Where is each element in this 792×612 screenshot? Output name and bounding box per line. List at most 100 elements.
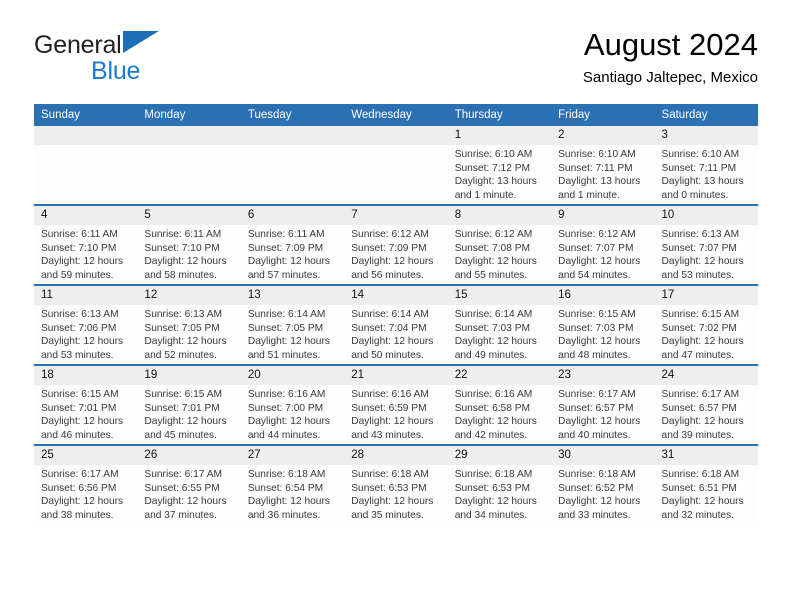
daylight-text: Daylight: 12 hours and 47 minutes. (661, 336, 744, 361)
day-details: Sunrise: 6:13 AM Sunset: 7:06 PM Daylight:… (34, 305, 137, 362)
calendar-day-cell[interactable]: 12 Sunrise: 6:13 AM Sunset: 7:05 PM Dayligh… (137, 284, 241, 365)
sunrise-text: Sunrise: 6:15 AM (144, 389, 223, 400)
calendar-day-cell[interactable]: 15 Sunrise: 6:14 AM Sunset: 7:03 PM Dayligh… (447, 284, 552, 365)
calendar-day-cell[interactable]: 1 Sunrise: 6:10 AM Sunset: 7:12 PM Daylight… (447, 126, 552, 205)
sunrise-text: Sunrise: 6:14 AM (454, 309, 533, 320)
sunset-text: Sunset: 7:09 PM (247, 242, 324, 254)
calendar-day-cell[interactable]: 6 Sunrise: 6:11 AM Sunset: 7:09 PM Daylight… (240, 204, 345, 285)
calendar-body: 1 Sunrise: 6:10 AM Sunset: 7:12 PM Daylight… (34, 126, 758, 524)
sunset-text: Sunset: 7:11 PM (661, 162, 737, 174)
calendar-day-cell[interactable]: 17 Sunrise: 6:15 AM Sunset: 7:02 PM Dayligh… (654, 284, 758, 365)
day-details: Sunrise: 6:12 AM Sunset: 7:08 PM Daylight:… (448, 225, 551, 282)
title-block: August 2024 Santiago Jaltepec, Mexico (583, 26, 758, 89)
day-details: Sunrise: 6:18 AM Sunset: 6:52 PM Daylight:… (551, 465, 654, 522)
calendar-day-cell[interactable]: 11 Sunrise: 6:13 AM Sunset: 7:06 PM Dayligh… (34, 284, 138, 365)
calendar-day-cell[interactable]: 24 Sunrise: 6:17 AM Sunset: 6:57 PM Dayligh… (654, 364, 758, 445)
brand-name-blue: Blue (91, 57, 141, 85)
weekday-header-friday: Friday (551, 104, 655, 126)
daylight-text: Daylight: 12 hours and 34 minutes. (454, 496, 537, 521)
day-number (240, 126, 345, 145)
sunset-text: Sunset: 6:52 PM (558, 482, 634, 494)
day-details: Sunrise: 6:15 AM Sunset: 7:03 PM Daylight:… (551, 305, 654, 362)
daylight-text: Daylight: 12 hours and 44 minutes. (247, 416, 330, 441)
daylight-text: Daylight: 12 hours and 36 minutes. (247, 496, 330, 521)
day-details: Sunrise: 6:14 AM Sunset: 7:05 PM Daylight:… (241, 305, 344, 362)
calendar-day-cell[interactable]: 19 Sunrise: 6:15 AM Sunset: 7:01 PM Dayligh… (137, 364, 241, 445)
sunrise-text: Sunrise: 6:14 AM (247, 309, 326, 320)
calendar-week-row: 4 Sunrise: 6:11 AM Sunset: 7:10 PM Daylight… (34, 204, 758, 285)
weekday-header-sunday: Sunday (34, 104, 138, 126)
sunrise-text: Sunrise: 6:18 AM (247, 469, 326, 480)
day-details: Sunrise: 6:10 AM Sunset: 7:11 PM Daylight:… (551, 145, 654, 202)
sunset-text: Sunset: 7:12 PM (454, 162, 531, 174)
calendar-table: Sunday Monday Tuesday Wednesday Thursday… (34, 104, 758, 524)
calendar-day-cell[interactable]: 4 Sunrise: 6:11 AM Sunset: 7:10 PM Daylight… (34, 204, 138, 285)
day-number: 16 (551, 286, 655, 305)
calendar-day-cell[interactable]: 3 Sunrise: 6:10 AM Sunset: 7:11 PM Daylight… (654, 126, 758, 205)
day-number (34, 126, 138, 145)
calendar-day-cell[interactable]: 27 Sunrise: 6:18 AM Sunset: 6:54 PM Dayligh… (240, 444, 345, 524)
calendar-day-cell[interactable]: 10 Sunrise: 6:13 AM Sunset: 7:07 PM Dayligh… (654, 204, 758, 285)
calendar-day-cell[interactable]: 28 Sunrise: 6:18 AM Sunset: 6:53 PM Dayligh… (344, 444, 448, 524)
daylight-text: Daylight: 12 hours and 37 minutes. (144, 496, 227, 521)
calendar-day-cell[interactable]: 8 Sunrise: 6:12 AM Sunset: 7:08 PM Daylight… (447, 204, 552, 285)
day-number: 12 (137, 286, 241, 305)
weekday-header-tuesday: Tuesday (240, 104, 345, 126)
calendar-day-cell[interactable]: 31 Sunrise: 6:18 AM Sunset: 6:51 PM Dayligh… (654, 444, 758, 524)
calendar-day-cell[interactable]: 16 Sunrise: 6:15 AM Sunset: 7:03 PM Dayligh… (551, 284, 655, 365)
daylight-text: Daylight: 12 hours and 39 minutes. (661, 416, 744, 441)
sunset-text: Sunset: 7:01 PM (144, 402, 220, 414)
day-details: Sunrise: 6:17 AM Sunset: 6:57 PM Daylight:… (655, 385, 758, 442)
sunset-text: Sunset: 6:58 PM (454, 402, 531, 414)
sunrise-text: Sunrise: 6:18 AM (454, 469, 533, 480)
calendar-day-cell[interactable]: 5 Sunrise: 6:11 AM Sunset: 7:10 PM Daylight… (137, 204, 241, 285)
day-details: Sunrise: 6:18 AM Sunset: 6:53 PM Daylight:… (344, 465, 447, 522)
day-number: 9 (551, 206, 655, 225)
calendar-day-cell[interactable]: 20 Sunrise: 6:16 AM Sunset: 7:00 PM Dayligh… (240, 364, 345, 445)
calendar-cell-empty (34, 126, 138, 205)
day-details: Sunrise: 6:15 AM Sunset: 7:01 PM Daylight:… (34, 385, 137, 442)
daylight-text: Daylight: 12 hours and 43 minutes. (351, 416, 434, 441)
calendar-day-cell[interactable]: 2 Sunrise: 6:10 AM Sunset: 7:11 PM Daylight… (551, 126, 655, 205)
calendar-day-cell[interactable]: 29 Sunrise: 6:18 AM Sunset: 6:53 PM Dayligh… (447, 444, 552, 524)
brand-logo[interactable]: General Blue (34, 31, 264, 93)
calendar-day-cell[interactable]: 9 Sunrise: 6:12 AM Sunset: 7:07 PM Daylight… (551, 204, 655, 285)
sunset-text: Sunset: 6:59 PM (351, 402, 427, 414)
calendar-day-cell[interactable]: 7 Sunrise: 6:12 AM Sunset: 7:09 PM Daylight… (344, 204, 448, 285)
sunrise-text: Sunrise: 6:17 AM (144, 469, 223, 480)
sunrise-text: Sunrise: 6:18 AM (558, 469, 636, 480)
day-number: 27 (240, 446, 345, 465)
day-number: 25 (34, 446, 138, 465)
calendar-day-cell[interactable]: 23 Sunrise: 6:17 AM Sunset: 6:57 PM Dayligh… (551, 364, 655, 445)
page-subtitle: Santiago Jaltepec, Mexico (582, 69, 758, 86)
calendar-day-cell[interactable]: 26 Sunrise: 6:17 AM Sunset: 6:55 PM Dayligh… (137, 444, 241, 524)
calendar-day-cell[interactable]: 25 Sunrise: 6:17 AM Sunset: 6:56 PM Dayligh… (34, 444, 138, 524)
sunset-text: Sunset: 7:03 PM (454, 322, 531, 334)
sunset-text: Sunset: 7:11 PM (558, 162, 633, 174)
day-details: Sunrise: 6:14 AM Sunset: 7:04 PM Daylight:… (344, 305, 447, 362)
day-number: 20 (240, 366, 345, 385)
sunset-text: Sunset: 7:01 PM (41, 402, 117, 414)
sunrise-text: Sunrise: 6:13 AM (661, 229, 740, 240)
day-number: 26 (137, 446, 241, 465)
daylight-text: Daylight: 12 hours and 55 minutes. (454, 256, 537, 281)
daylight-text: Daylight: 12 hours and 33 minutes. (558, 496, 641, 521)
calendar-day-cell[interactable]: 18 Sunrise: 6:15 AM Sunset: 7:01 PM Dayligh… (34, 364, 138, 445)
calendar-page: General Blue August 2024 Santiago Jaltep… (0, 0, 792, 612)
calendar-day-cell[interactable]: 30 Sunrise: 6:18 AM Sunset: 6:52 PM Dayligh… (551, 444, 655, 524)
day-details: Sunrise: 6:12 AM Sunset: 7:09 PM Daylight:… (344, 225, 447, 282)
sunrise-text: Sunrise: 6:17 AM (661, 389, 740, 400)
daylight-text: Daylight: 12 hours and 45 minutes. (144, 416, 227, 441)
calendar-day-cell[interactable]: 14 Sunrise: 6:14 AM Sunset: 7:04 PM Dayligh… (344, 284, 448, 365)
day-details: Sunrise: 6:10 AM Sunset: 7:12 PM Daylight:… (448, 145, 551, 202)
calendar-day-cell[interactable]: 22 Sunrise: 6:16 AM Sunset: 6:58 PM Dayligh… (447, 364, 552, 445)
day-number: 13 (240, 286, 345, 305)
sunset-text: Sunset: 7:10 PM (144, 242, 220, 254)
sunrise-text: Sunrise: 6:16 AM (247, 389, 326, 400)
page-header: General Blue August 2024 Santiago Jaltep… (34, 26, 758, 96)
calendar-day-cell[interactable]: 21 Sunrise: 6:16 AM Sunset: 6:59 PM Dayligh… (344, 364, 448, 445)
day-details: Sunrise: 6:15 AM Sunset: 7:01 PM Daylight:… (137, 385, 240, 442)
calendar-day-cell[interactable]: 13 Sunrise: 6:14 AM Sunset: 7:05 PM Dayligh… (240, 284, 345, 365)
calendar-week-row: 11 Sunrise: 6:13 AM Sunset: 7:06 PM Dayligh… (34, 284, 758, 365)
sunset-text: Sunset: 7:10 PM (41, 242, 117, 254)
